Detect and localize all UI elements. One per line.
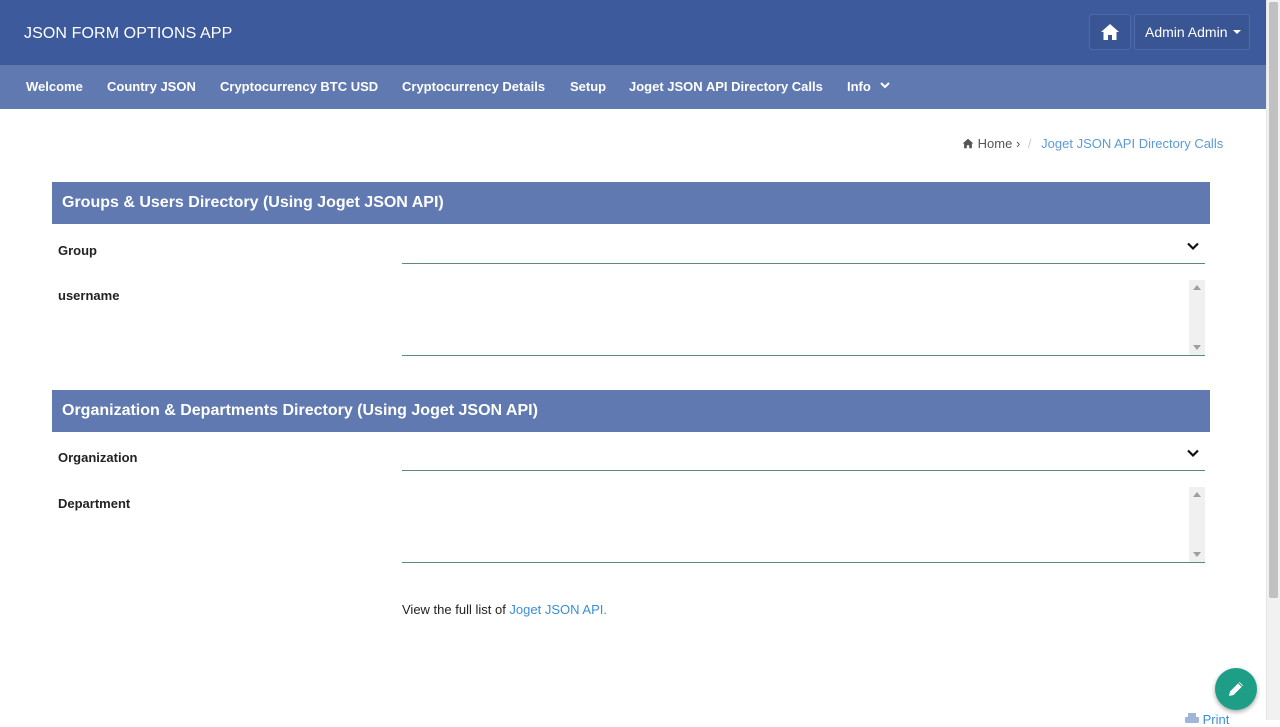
- page-scrollbar[interactable]: [1266, 0, 1280, 720]
- breadcrumb-separator: /: [1027, 136, 1032, 151]
- organization-select[interactable]: [402, 441, 1205, 471]
- chevron-down-icon: [1187, 449, 1199, 458]
- home-icon: [962, 138, 974, 149]
- home-button[interactable]: [1089, 14, 1131, 50]
- department-list-scrollbar[interactable]: [1189, 487, 1205, 562]
- nav-item-setup[interactable]: Setup: [570, 79, 606, 94]
- pencil-icon: [1229, 682, 1243, 696]
- nav-item-info[interactable]: Info: [847, 79, 891, 94]
- scroll-up-icon[interactable]: [1193, 492, 1201, 497]
- username-multiselect[interactable]: [402, 280, 1205, 356]
- breadcrumb: Home › / Joget JSON API Directory Calls: [962, 136, 1223, 151]
- scroll-up-icon[interactable]: [1193, 285, 1201, 290]
- nav-bar: Welcome Country JSON Cryptocurrency BTC …: [0, 65, 1266, 109]
- printer-icon: [1185, 713, 1199, 723]
- home-icon: [1101, 24, 1119, 40]
- chevron-right-icon: ›: [1015, 136, 1021, 151]
- nav-item-crypto-details[interactable]: Cryptocurrency Details: [402, 79, 545, 94]
- page-scrollbar-thumb[interactable]: [1269, 2, 1278, 598]
- department-multiselect[interactable]: [402, 487, 1205, 563]
- nav-item-joget-json-api[interactable]: Joget JSON API Directory Calls: [629, 79, 823, 94]
- chevron-down-icon: [880, 82, 891, 89]
- scroll-down-icon[interactable]: [1193, 552, 1201, 557]
- footer-note: View the full list of Joget JSON API.: [402, 602, 607, 617]
- nav-item-crypto-btc-usd[interactable]: Cryptocurrency BTC USD: [220, 79, 378, 94]
- app-title[interactable]: JSON FORM OPTIONS APP: [24, 25, 232, 43]
- joget-json-api-link[interactable]: Joget JSON API.: [509, 602, 607, 617]
- caret-down-icon: [1233, 30, 1242, 34]
- breadcrumb-home[interactable]: Home: [978, 136, 1013, 151]
- department-label: Department: [58, 496, 131, 511]
- chevron-down-icon: [1187, 242, 1199, 251]
- username-list-scrollbar[interactable]: [1189, 280, 1205, 355]
- nav-item-country-json[interactable]: Country JSON: [107, 79, 196, 94]
- nav-item-welcome[interactable]: Welcome: [26, 79, 83, 94]
- group-select[interactable]: [402, 234, 1205, 264]
- group-label: Group: [58, 243, 97, 258]
- footer-note-text: View the full list of: [402, 602, 510, 617]
- scroll-down-icon[interactable]: [1193, 345, 1201, 350]
- edit-fab-button[interactable]: [1215, 668, 1257, 710]
- nav-item-info-label: Info: [847, 79, 871, 94]
- section-header-groups-users: Groups & Users Directory (Using Joget JS…: [52, 182, 1210, 224]
- user-name-label: Admin Admin: [1145, 24, 1228, 40]
- section-header-org-departments: Organization & Departments Directory (Us…: [52, 390, 1210, 432]
- username-label: username: [58, 288, 120, 303]
- breadcrumb-current[interactable]: Joget JSON API Directory Calls: [1041, 136, 1223, 151]
- organization-label: Organization: [58, 450, 138, 465]
- user-menu-button[interactable]: Admin Admin: [1134, 14, 1250, 50]
- top-bar: JSON FORM OPTIONS APP Admin Admin: [0, 0, 1266, 65]
